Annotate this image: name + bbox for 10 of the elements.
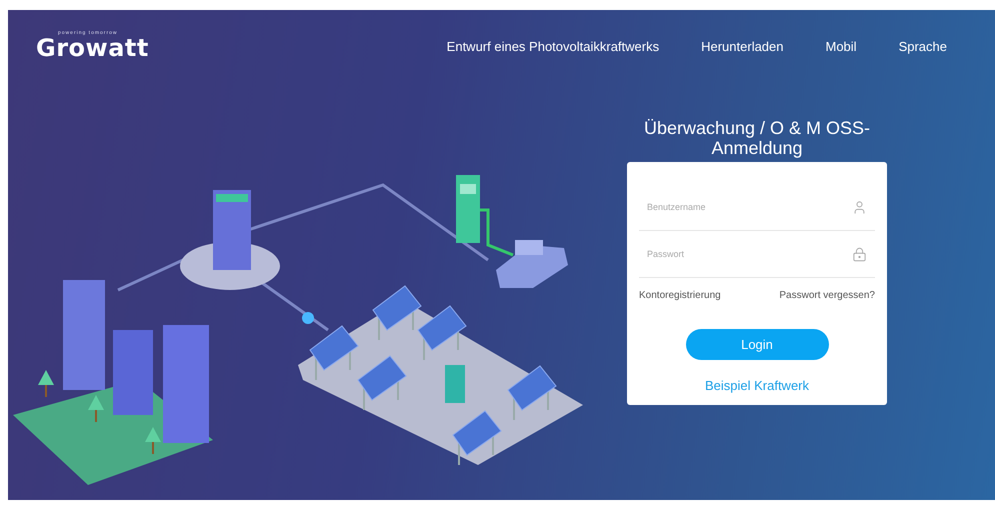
logo-wordmark: Growatt xyxy=(36,34,149,62)
nav-link[interactable]: Mobil xyxy=(826,38,857,54)
nav-link[interactable]: Sprache xyxy=(898,38,947,54)
forgot-password-link[interactable]: Passwort vergessen? xyxy=(779,290,875,301)
nav-link[interactable]: Herunterladen xyxy=(701,38,784,54)
user-icon xyxy=(852,200,867,214)
login-title: Überwachung / O & M OSS-Anmeldung xyxy=(642,118,872,158)
lock-icon xyxy=(852,246,867,262)
nav-link[interactable]: Entwurf eines Photovoltaikkraftwerks xyxy=(446,38,660,54)
register-link[interactable]: Kontoregistrierung xyxy=(639,290,721,301)
